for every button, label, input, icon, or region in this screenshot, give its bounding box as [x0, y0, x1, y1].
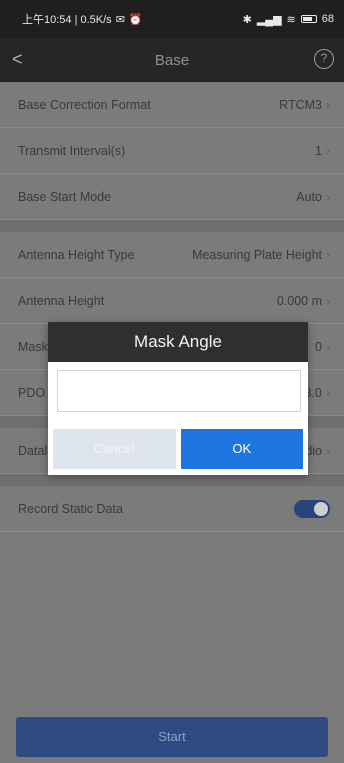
row-value-wrap: 3.0 › — [305, 386, 330, 400]
battery-level: 68 — [321, 13, 334, 25]
row-value-wrap: Measuring Plate Height › — [192, 248, 330, 262]
row-label: Base Start Mode — [18, 189, 112, 204]
row-value-wrap: Auto › — [296, 190, 330, 204]
status-time: 上午10:54 | 0.5K/s — [22, 14, 112, 26]
row-value-wrap: dio › — [305, 444, 330, 458]
row-value-wrap: 0.000 m › — [277, 294, 330, 308]
dialog-title: Mask Angle — [48, 322, 308, 362]
cancel-button[interactable]: Cancel — [53, 429, 176, 469]
row-value: Measuring Plate Height — [192, 247, 322, 262]
row-value: 1 — [315, 143, 322, 158]
row-value: 0.000 m — [276, 293, 322, 308]
section-divider — [0, 220, 344, 232]
row-label: Base Correction Format — [18, 97, 151, 112]
chevron-right-icon: › — [326, 339, 330, 354]
row-label: Datal — [18, 443, 48, 458]
chevron-right-icon: › — [326, 189, 330, 204]
row-label: Record Static Data — [18, 501, 123, 516]
chevron-right-icon: › — [326, 143, 330, 158]
row-value-wrap: 0 › — [315, 340, 330, 354]
row-value: RTCM3 — [279, 97, 322, 112]
chevron-right-icon: › — [326, 293, 330, 308]
row-label: Mask — [18, 339, 48, 354]
signal-icon: ▂▄▆ — [256, 13, 282, 26]
row-transmit-interval[interactable]: Transmit Interval(s) 1 › — [0, 128, 344, 174]
row-value: Auto — [296, 189, 322, 204]
mask-angle-input[interactable] — [58, 371, 300, 411]
row-label: Transmit Interval(s) — [18, 143, 126, 158]
mask-angle-dialog: Mask Angle Cancel OK — [48, 322, 308, 475]
status-left: 上午10:54 | 0.5K/s ✉ ⏰ — [22, 11, 143, 27]
wifi-icon: ≋ — [286, 13, 296, 26]
row-value-wrap: RTCM3 › — [279, 98, 330, 112]
row-record-static-data: Record Static Data — [0, 486, 344, 532]
chevron-right-icon: › — [326, 385, 330, 400]
ok-button[interactable]: OK — [180, 429, 303, 469]
chevron-right-icon: › — [326, 443, 330, 458]
start-button[interactable]: Start — [16, 717, 328, 757]
status-right: ✱ ▂▄▆ ≋ 68 — [243, 13, 334, 26]
dialog-buttons: Cancel OK — [53, 429, 303, 469]
help-icon[interactable]: ? — [314, 49, 334, 69]
row-label: PDO — [18, 385, 46, 400]
row-antenna-height[interactable]: Antenna Height 0.000 m › — [0, 278, 344, 324]
chevron-right-icon: › — [326, 97, 330, 112]
row-base-correction-format[interactable]: Base Correction Format RTCM3 › — [0, 82, 344, 128]
bluetooth-icon: ✱ — [242, 13, 252, 26]
row-antenna-height-type[interactable]: Antenna Height Type Measuring Plate Heig… — [0, 232, 344, 278]
chevron-right-icon: › — [326, 247, 330, 262]
row-label: Antenna Height Type — [18, 247, 135, 262]
row-base-start-mode[interactable]: Base Start Mode Auto › — [0, 174, 344, 220]
battery-icon — [300, 15, 317, 23]
row-label: Antenna Height — [18, 293, 105, 308]
app-bar: < Base ? — [0, 38, 344, 82]
back-icon[interactable]: < — [12, 48, 34, 70]
row-value: 0 — [315, 339, 322, 354]
section-divider — [0, 474, 344, 486]
page-title: Base — [154, 51, 190, 69]
status-bar: 上午10:54 | 0.5K/s ✉ ⏰ ✱ ▂▄▆ ≋ 68 — [0, 0, 344, 38]
alarm-icon: ⏰ — [128, 13, 143, 26]
mask-angle-input-wrap — [57, 370, 301, 412]
row-value-wrap: 1 › — [315, 144, 330, 158]
notification-icon: ✉ — [115, 13, 125, 26]
record-static-toggle[interactable] — [294, 499, 330, 518]
